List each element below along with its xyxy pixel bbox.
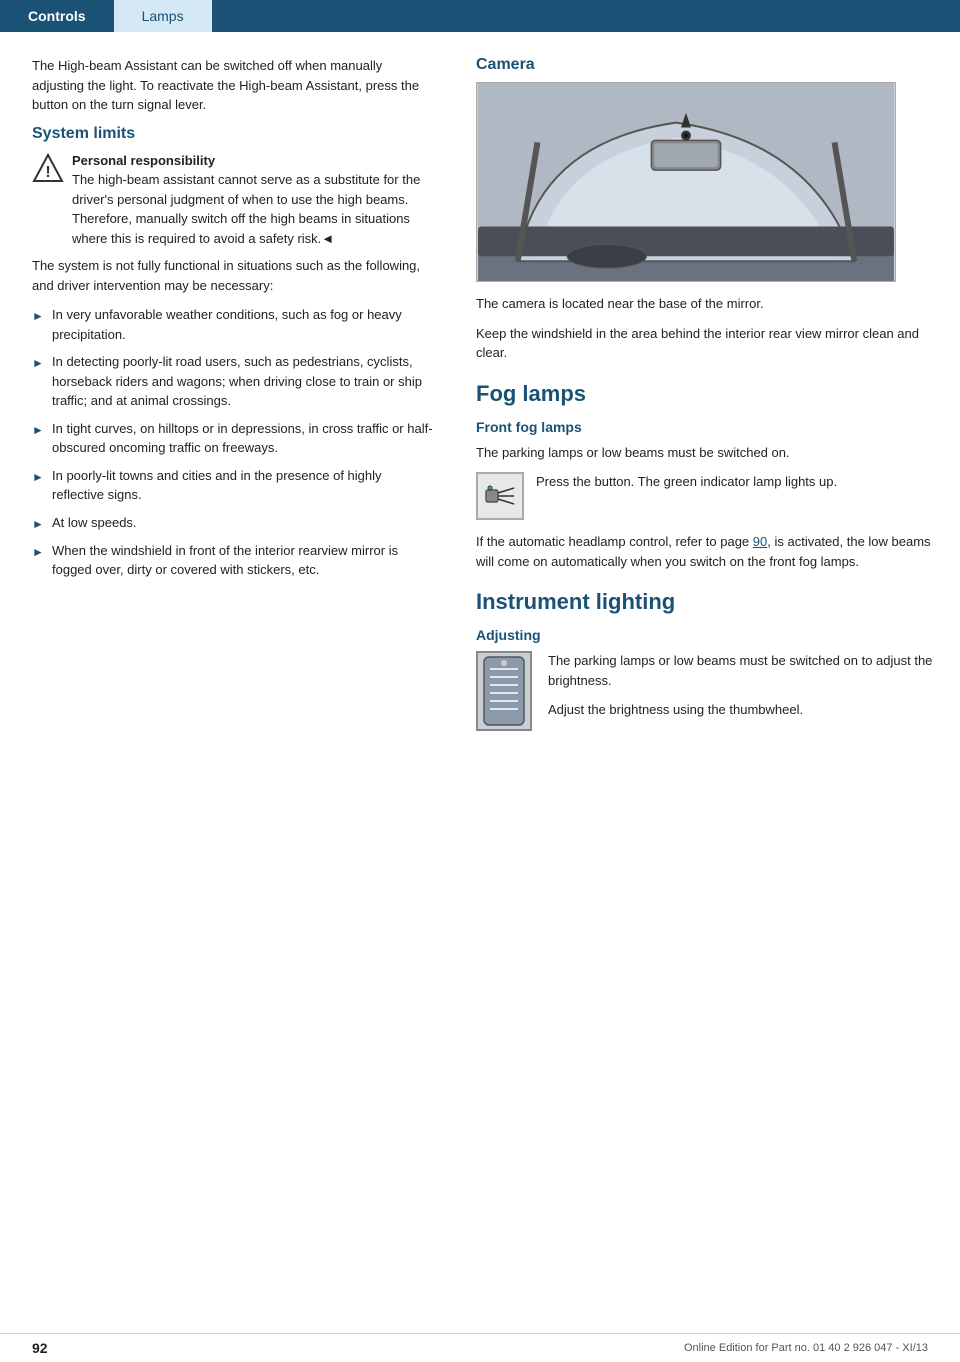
footer: 92 Online Edition for Part no. 01 40 2 9…: [0, 1333, 960, 1362]
instrument-text1: The parking lamps or low beams must be s…: [548, 651, 936, 690]
bullet-arrow-icon: ►: [32, 307, 46, 325]
adjusting-subtitle: Adjusting: [476, 627, 936, 643]
bullet-arrow-icon: ►: [32, 354, 46, 372]
instrument-text2: Adjust the brightness using the thumbwhe…: [548, 700, 936, 720]
list-item: ► In very unfavorable weather conditions…: [32, 305, 436, 344]
camera-text2: Keep the windshield in the area behind t…: [476, 324, 936, 363]
left-column: The High-beam Assistant can be switched …: [0, 56, 460, 743]
svg-text:!: !: [45, 164, 50, 181]
list-item: ► At low speeds.: [32, 513, 436, 533]
bullet-arrow-icon: ►: [32, 421, 46, 439]
list-item: ► In poorly-lit towns and cities and in …: [32, 466, 436, 505]
right-column: Camera: [460, 56, 960, 743]
camera-text1: The camera is located near the base of t…: [476, 294, 936, 314]
front-fog-lamps-subtitle: Front fog lamps: [476, 419, 936, 435]
bullet-list: ► In very unfavorable weather conditions…: [32, 305, 436, 580]
list-item-text: In very unfavorable weather conditions, …: [52, 305, 436, 344]
camera-section: Camera: [476, 56, 936, 363]
list-item-text: At low speeds.: [52, 513, 137, 533]
list-item: ► When the windshield in front of the in…: [32, 541, 436, 580]
intro-paragraph: The High-beam Assistant can be switched …: [32, 56, 436, 115]
warning-body-text: The high-beam assistant cannot serve as …: [72, 172, 420, 246]
list-item-text: When the windshield in front of the inte…: [52, 541, 436, 580]
front-fog-text1: The parking lamps or low beams must be s…: [476, 443, 936, 463]
camera-image: [476, 82, 896, 282]
camera-title: Camera: [476, 56, 936, 74]
list-item-text: In poorly-lit towns and cities and in th…: [52, 466, 436, 505]
page-number: 92: [32, 1340, 48, 1356]
list-item-text: In detecting poorly-lit road users, such…: [52, 352, 436, 411]
main-content: The High-beam Assistant can be switched …: [0, 32, 960, 743]
warning-bold-text: Personal responsibility: [72, 153, 215, 168]
fog-lamp-button-icon: [476, 472, 524, 520]
fog-page-link[interactable]: 90: [753, 534, 767, 549]
system-limits-section: System limits ! Personal responsibility …: [32, 125, 436, 580]
header-tabs: Controls Lamps: [0, 0, 960, 32]
bullet-arrow-icon: ►: [32, 468, 46, 486]
system-intro-text: The system is not fully functional in si…: [32, 256, 436, 295]
front-fog-button-text: Press the button. The green indicator la…: [536, 472, 837, 492]
list-item-text: In tight curves, on hilltops or in depre…: [52, 419, 436, 458]
list-item: ► In detecting poorly-lit road users, su…: [32, 352, 436, 411]
instrument-lighting-title: Instrument lighting: [476, 589, 936, 615]
instrument-lighting-section: Instrument lighting Adjusting: [476, 589, 936, 731]
fog-lamps-title: Fog lamps: [476, 381, 936, 407]
fog-text2-prefix: If the automatic headlamp control, refer…: [476, 534, 753, 549]
list-item: ► In tight curves, on hilltops or in dep…: [32, 419, 436, 458]
tab-controls[interactable]: Controls: [0, 0, 114, 32]
instrument-adjusting-block: The parking lamps or low beams must be s…: [476, 651, 936, 731]
warning-icon: !: [32, 153, 64, 185]
front-fog-text2: If the automatic headlamp control, refer…: [476, 532, 936, 571]
footer-text: Online Edition for Part no. 01 40 2 926 …: [684, 1342, 928, 1354]
tab-lamps[interactable]: Lamps: [114, 0, 212, 32]
warning-text: Personal responsibility The high-beam as…: [72, 151, 436, 249]
fog-lamps-section: Fog lamps Front fog lamps The parking la…: [476, 381, 936, 572]
bullet-arrow-icon: ►: [32, 543, 46, 561]
fog-button-block: Press the button. The green indicator la…: [476, 472, 936, 520]
bullet-arrow-icon: ►: [32, 515, 46, 533]
system-limits-title: System limits: [32, 125, 436, 143]
warning-block: ! Personal responsibility The high-beam …: [32, 151, 436, 249]
instrument-text-block: The parking lamps or low beams must be s…: [548, 651, 936, 730]
instrument-thumbwheel-icon: [476, 651, 532, 731]
